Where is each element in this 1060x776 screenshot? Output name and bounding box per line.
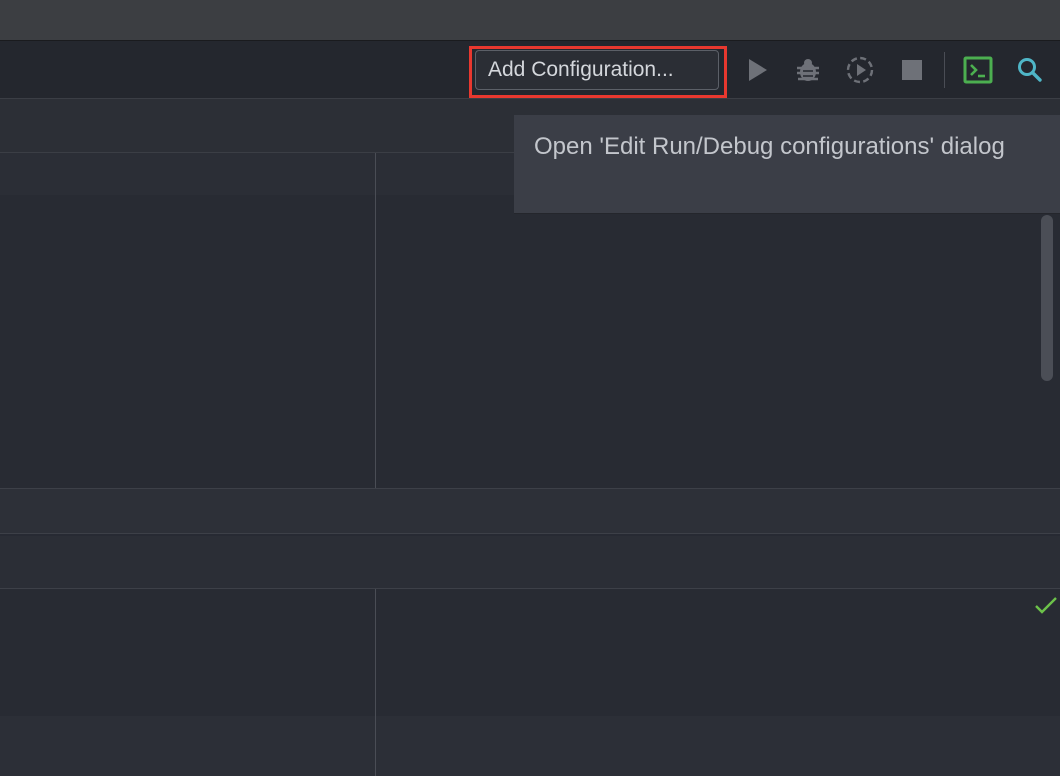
window-title-bar: [0, 0, 1060, 41]
run-with-coverage-icon: [846, 56, 874, 84]
tooltip-popup: Open 'Edit Run/Debug configurations' dia…: [514, 115, 1060, 214]
panel-splitter-top[interactable]: [375, 153, 376, 488]
left-lower-row: [0, 716, 375, 776]
terminal-icon: [963, 56, 993, 84]
terminal-button[interactable]: [962, 54, 994, 86]
right-lower-row: [376, 716, 1060, 776]
left-editor-panel: [0, 153, 375, 488]
debug-button[interactable]: [792, 54, 824, 86]
add-configuration-button[interactable]: Add Configuration...: [475, 50, 719, 90]
lower-panel-header: [0, 536, 1060, 589]
stop-icon: [902, 60, 922, 80]
stop-button[interactable]: [896, 54, 928, 86]
vertical-scrollbar-thumb[interactable]: [1041, 215, 1053, 381]
search-button[interactable]: [1014, 54, 1046, 86]
check-icon: [1035, 597, 1057, 614]
toolbar-separator: [944, 52, 945, 88]
run-icon: [749, 59, 767, 81]
tooltip-text: Open 'Edit Run/Debug configurations' dia…: [534, 133, 1005, 160]
search-icon: [1018, 58, 1042, 82]
run-with-coverage-button[interactable]: [844, 54, 876, 86]
left-panel-header: [0, 153, 375, 195]
debug-icon: [797, 59, 819, 81]
panel-splitter-bottom[interactable]: [375, 589, 376, 776]
horizontal-separator-bar: [0, 488, 1060, 534]
run-button[interactable]: [741, 54, 773, 86]
